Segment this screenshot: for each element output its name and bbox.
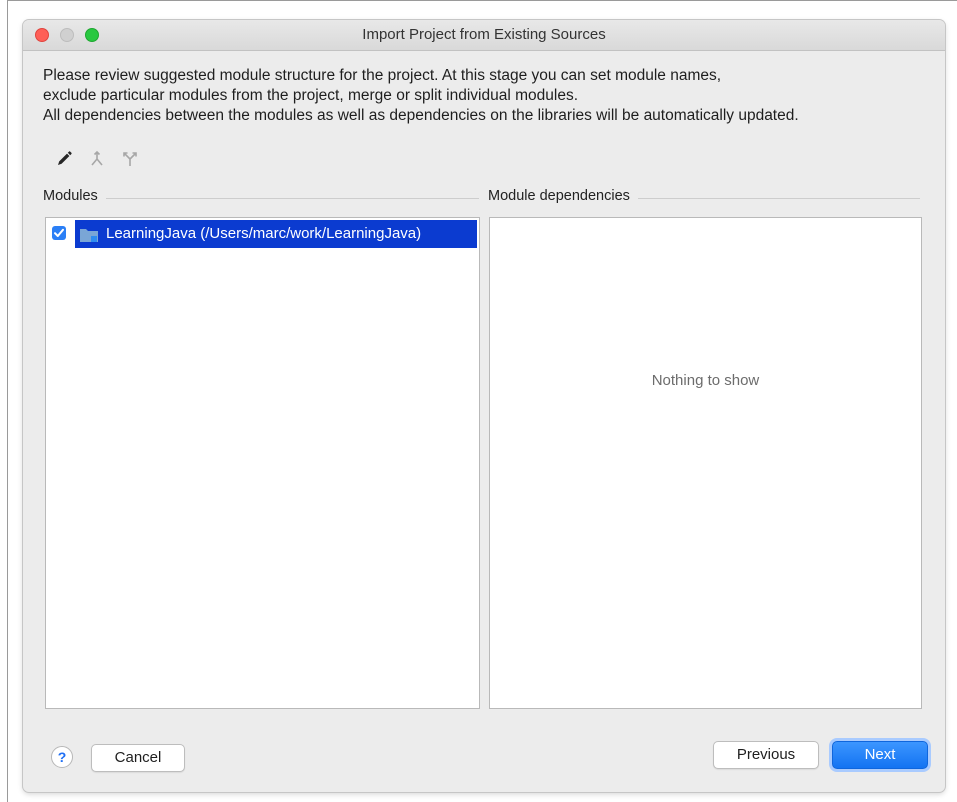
page-edge-top — [7, 0, 957, 1]
instructions-line-2: exclude particular modules from the proj… — [43, 87, 578, 104]
instructions-text: Please review suggested module structure… — [43, 66, 933, 126]
dependencies-panel: Nothing to show — [489, 217, 922, 709]
checkmark-icon — [54, 228, 64, 237]
modules-label: Modules — [43, 188, 106, 204]
module-name: LearningJava (/Users/marc/work/LearningJ… — [106, 225, 422, 242]
cancel-button[interactable]: Cancel — [91, 744, 185, 772]
title-bar: Import Project from Existing Sources — [23, 20, 945, 51]
previous-button[interactable]: Previous — [713, 741, 819, 769]
import-dialog: Import Project from Existing Sources Ple… — [23, 20, 945, 792]
page-edge-left — [7, 0, 8, 802]
modules-separator — [43, 198, 479, 199]
module-selection[interactable]: LearningJava (/Users/marc/work/LearningJ… — [75, 220, 477, 248]
pencil-icon[interactable] — [54, 149, 74, 169]
instructions-line-1: Please review suggested module structure… — [43, 67, 722, 84]
instructions-line-3: All dependencies between the modules as … — [43, 107, 799, 124]
list-item[interactable]: LearningJava (/Users/marc/work/LearningJ… — [46, 218, 477, 248]
help-button[interactable]: ? — [51, 746, 73, 768]
next-button[interactable]: Next — [832, 741, 928, 769]
merge-icon — [87, 149, 107, 169]
module-checkbox[interactable] — [52, 226, 66, 240]
split-icon — [120, 149, 140, 169]
empty-state-text: Nothing to show — [651, 372, 760, 389]
window-title: Import Project from Existing Sources — [362, 26, 606, 43]
module-folder-icon — [79, 227, 99, 243]
dependencies-label: Module dependencies — [488, 188, 638, 204]
modules-list[interactable]: LearningJava (/Users/marc/work/LearningJ… — [45, 217, 480, 709]
